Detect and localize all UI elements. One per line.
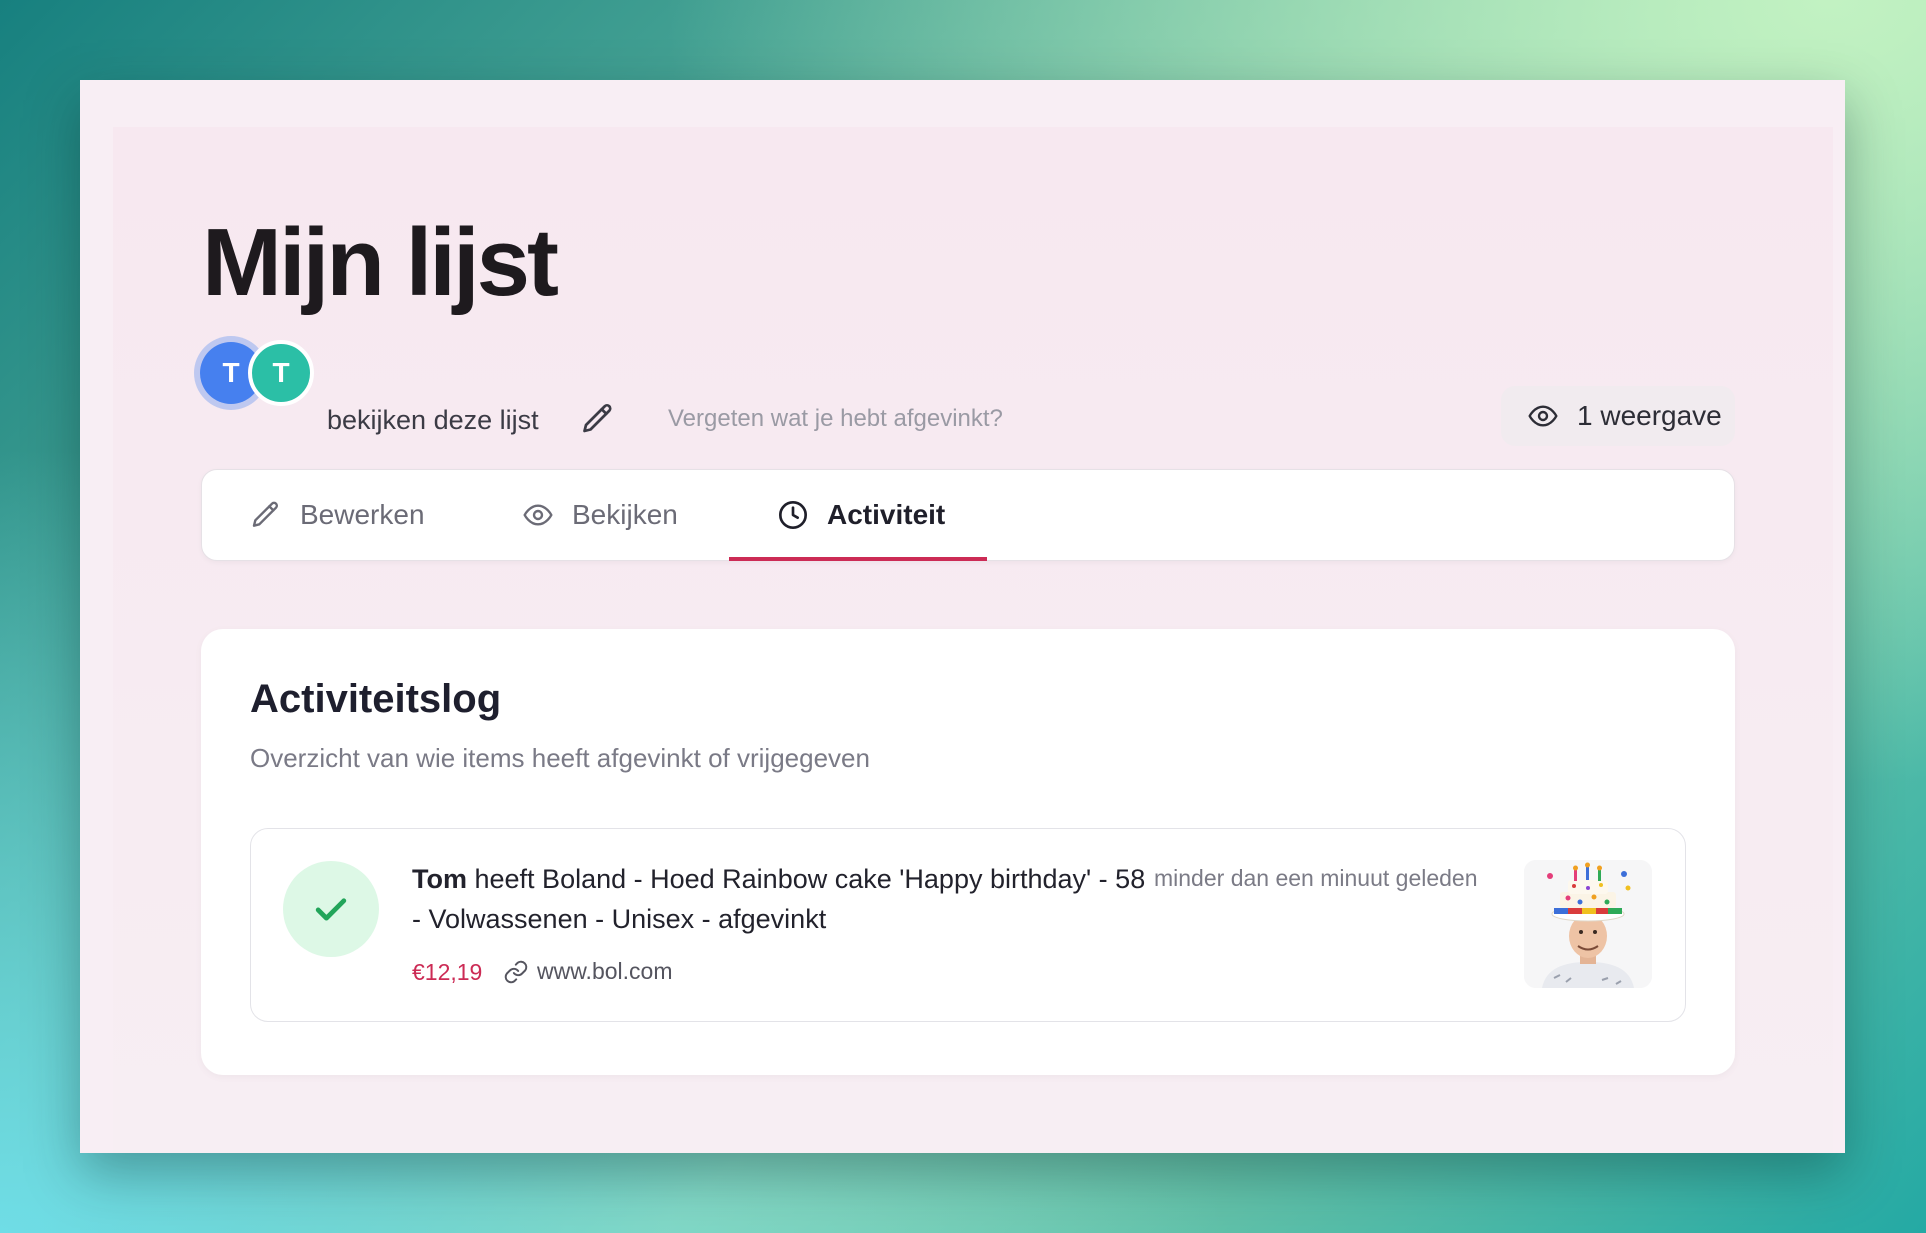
item-price: €12,19	[412, 959, 483, 985]
check-badge	[283, 861, 379, 957]
tab-label: Activiteit	[827, 499, 946, 530]
check-icon	[315, 898, 347, 921]
activity-user: Tom	[412, 864, 467, 894]
activity-time: minder dan een minuut geleden	[1154, 865, 1478, 891]
views-badge: 1 weergave	[1501, 386, 1735, 446]
tab-label: Bekijken	[572, 499, 678, 530]
activity-subtitle: Overzicht van wie items heeft afgevinkt …	[250, 743, 870, 773]
product-image	[1524, 860, 1652, 988]
tab-bar: Bewerken Bekijken Activiteit	[201, 469, 1735, 561]
tab-bewerken[interactable]: Bewerken	[202, 470, 473, 560]
tab-bekijken[interactable]: Bekijken	[474, 470, 726, 560]
tab-activiteit[interactable]: Activiteit	[729, 470, 987, 561]
viewers-label: bekijken deze lijst	[327, 405, 539, 435]
link-icon	[504, 960, 528, 983]
activity-title: Activiteitslog	[250, 677, 502, 721]
pencil-icon[interactable]	[580, 401, 616, 437]
app-window: Mijn lijst T T bekijken deze lijst Verge…	[80, 80, 1845, 1153]
eye-icon	[1528, 405, 1558, 427]
activity-entry: Tom heeft Boland - Hoed Rainbow cake 'Ha…	[250, 828, 1686, 1022]
clock-icon	[779, 501, 807, 529]
activity-card: Activiteitslog Overzicht van wie items h…	[201, 629, 1735, 1075]
product-thumbnail	[1524, 860, 1652, 988]
pencil-icon	[252, 501, 279, 527]
page-title: Mijn lijst	[202, 209, 559, 316]
activity-description: Tom heeft Boland - Hoed Rainbow cake 'Ha…	[412, 859, 1152, 939]
avatar[interactable]: T	[248, 340, 314, 406]
eye-icon	[523, 504, 553, 526]
tab-label: Bewerken	[300, 499, 425, 530]
item-link-text: www.bol.com	[537, 958, 673, 984]
views-count: 1 weergave	[1577, 400, 1722, 431]
forgot-hint-link[interactable]: Vergeten wat je hebt afgevinkt?	[668, 405, 1003, 433]
activity-action: heeft Boland - Hoed Rainbow cake 'Happy …	[412, 864, 1146, 934]
viewer-avatars: T T	[198, 340, 318, 410]
item-link[interactable]: www.bol.com	[503, 958, 672, 985]
